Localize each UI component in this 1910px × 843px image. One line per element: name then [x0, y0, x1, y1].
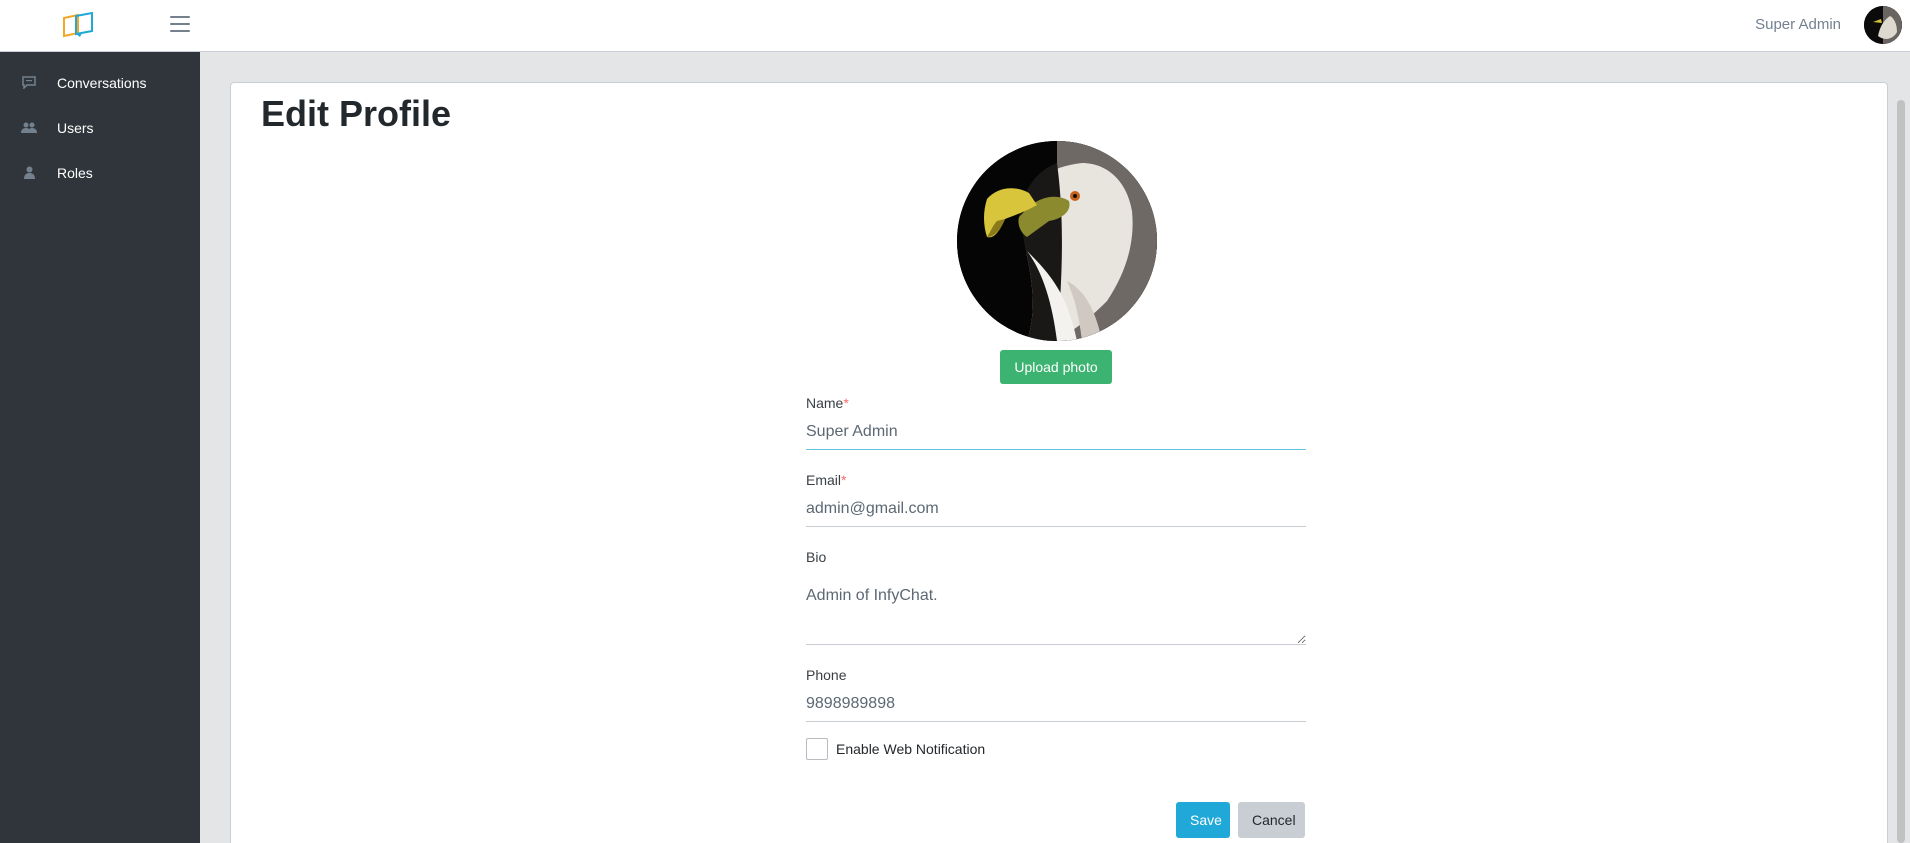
- upload-photo-button[interactable]: Upload photo: [1000, 350, 1112, 384]
- bio-group: Bio Admin of InfyChat.: [806, 549, 1306, 645]
- email-label: Email*: [806, 472, 847, 488]
- profile-form: Name* Email* Bio Admin of InfyChat. Phon…: [806, 395, 1306, 760]
- profile-photo: [957, 141, 1157, 341]
- edit-profile-card: Edit Profile Upload photo Name* Email*: [230, 82, 1888, 843]
- page-title: Edit Profile: [261, 93, 452, 134]
- name-input[interactable]: [806, 419, 1306, 450]
- required-mark: *: [843, 395, 849, 411]
- hamburger-menu-icon[interactable]: [170, 16, 190, 34]
- top-header: Super Admin: [0, 0, 1910, 52]
- users-icon: [18, 120, 40, 136]
- header-user-name[interactable]: Super Admin: [1755, 16, 1841, 33]
- phone-group: Phone: [806, 667, 1306, 722]
- user-avatar[interactable]: [1864, 6, 1902, 44]
- app-logo-icon[interactable]: [62, 11, 96, 38]
- phone-label: Phone: [806, 667, 847, 683]
- comment-icon: [18, 75, 40, 91]
- sidebar-item-label: Roles: [57, 164, 93, 181]
- notification-row: Enable Web Notification: [806, 738, 1306, 760]
- web-notification-label[interactable]: Enable Web Notification: [836, 741, 985, 757]
- name-label: Name*: [806, 395, 849, 411]
- sidebar: Conversations Users Roles: [0, 52, 200, 843]
- phone-input[interactable]: [806, 691, 1306, 722]
- sidebar-item-roles[interactable]: Roles: [0, 150, 200, 195]
- web-notification-checkbox[interactable]: [806, 738, 828, 760]
- bio-label: Bio: [806, 549, 827, 565]
- sidebar-item-users[interactable]: Users: [0, 105, 200, 150]
- sidebar-item-label: Users: [57, 119, 94, 136]
- bio-textarea[interactable]: Admin of InfyChat.: [806, 573, 1306, 645]
- email-input[interactable]: [806, 496, 1306, 527]
- page-scrollbar[interactable]: [1897, 100, 1905, 843]
- sidebar-item-label: Conversations: [57, 74, 147, 91]
- email-group: Email*: [806, 472, 1306, 527]
- name-group: Name*: [806, 395, 1306, 450]
- required-mark: *: [841, 472, 847, 488]
- user-icon: [18, 165, 40, 181]
- cancel-button[interactable]: Cancel: [1238, 802, 1305, 838]
- sidebar-item-conversations[interactable]: Conversations: [0, 60, 200, 105]
- save-button[interactable]: Save: [1176, 802, 1230, 838]
- form-actions: Save Cancel: [1176, 802, 1305, 838]
